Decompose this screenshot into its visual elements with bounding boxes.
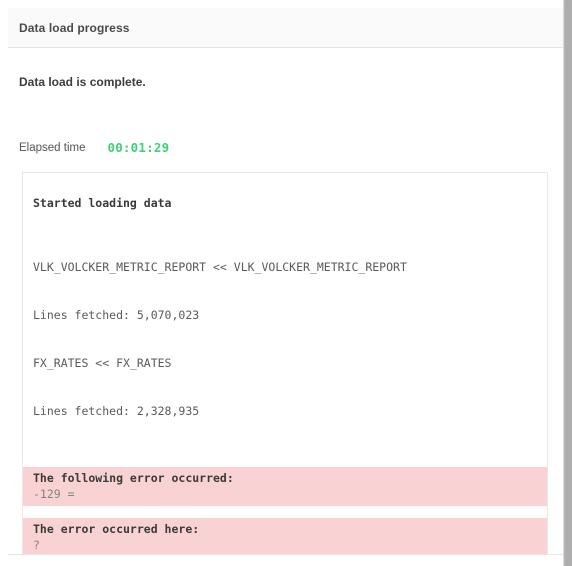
panel-body: Data load is complete. Elapsed time 00:01… [8,48,563,560]
page-title: Data load progress [19,21,130,35]
elapsed-time-value: 00:01:29 [107,140,170,156]
log-line: VLK_VOLCKER_METRIC_REPORT << VLK_VOLCKER… [33,260,407,274]
error-title: The error occurred here: [33,522,200,536]
log-heading: Started loading data [33,196,172,210]
log-console[interactable]: Started loading data VLK_VOLCKER_METRIC_… [22,172,548,560]
load-status-message: Data load is complete. [19,75,146,89]
log-line: Lines fetched: 5,070,023 [33,308,200,322]
elapsed-time-label: Elapsed time [19,141,86,154]
vertical-scrollbar[interactable] [563,0,572,566]
elapsed-time-row: Elapsed time 00:01:29 [19,139,169,155]
error-block-location: The error occurred here: ? [23,518,547,557]
error-title: The following error occurred: [33,471,234,485]
error-detail: ? [33,538,40,552]
scrollbar-thumb[interactable] [565,0,572,566]
panel-bottom-divider [8,554,563,560]
log-lines: VLK_VOLCKER_METRIC_REPORT << VLK_VOLCKER… [33,211,537,451]
panel-header: Data load progress [8,8,563,48]
log-console-content: Started loading data VLK_VOLCKER_METRIC_… [23,173,547,559]
error-detail: -129 = [33,487,75,501]
log-line: Lines fetched: 2,328,935 [33,404,200,418]
error-block-following: The following error occurred: -129 = [23,467,547,506]
data-load-progress-panel: Data load progress Data load is complete… [8,8,563,560]
log-line: FX_RATES << FX_RATES [33,356,172,370]
app-screen: Data load progress Data load is complete… [0,0,572,566]
